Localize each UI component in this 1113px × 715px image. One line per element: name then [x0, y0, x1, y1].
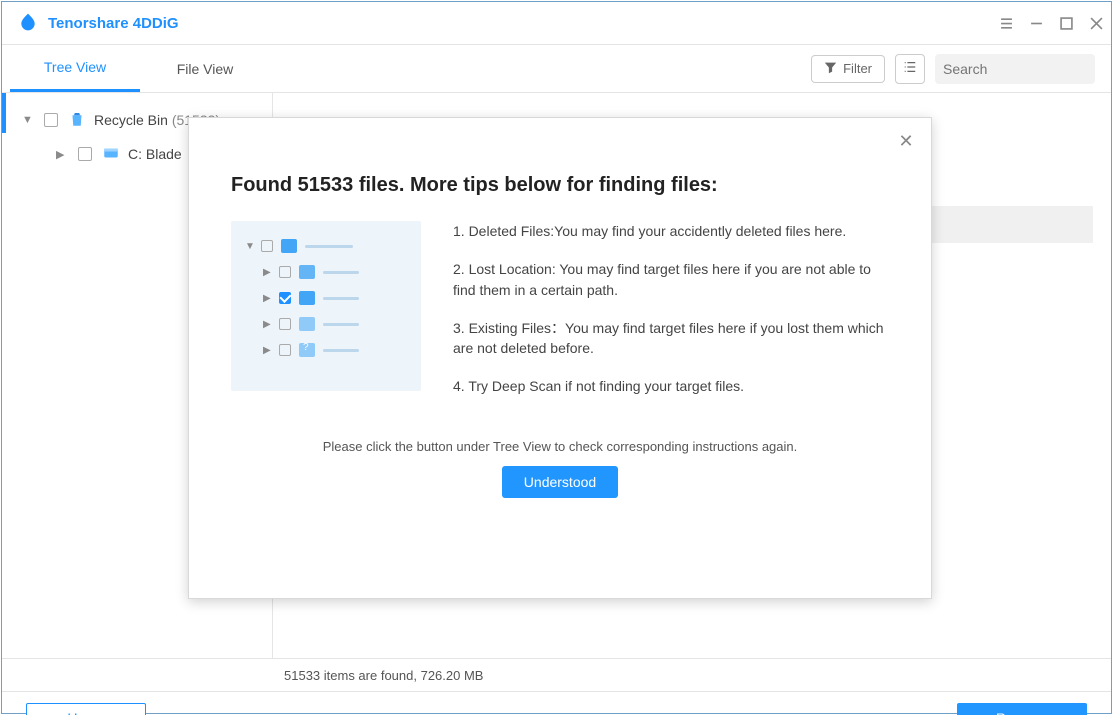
toolbar: Tree View File View Filter: [2, 45, 1111, 92]
list-view-button[interactable]: [895, 54, 925, 84]
bottom-bar: Home Recover: [2, 691, 1111, 715]
illustration-checkbox: [261, 240, 273, 252]
maximize-button[interactable]: [1051, 2, 1081, 45]
folder-icon: [299, 265, 315, 279]
chevron-right-icon: ▶: [263, 267, 271, 278]
tip-3: 3. Existing Files：You may find target fi…: [453, 318, 889, 359]
dialog-body: ▼ ▶ ▶ ▶ ▶ 1. Deleted Files:You may find …: [231, 221, 889, 397]
home-button[interactable]: Home: [26, 703, 146, 715]
tab-tree-view[interactable]: Tree View: [10, 46, 140, 92]
status-text: 51533 items are found, 726.20 MB: [284, 668, 483, 683]
line-placeholder: [305, 245, 353, 248]
tip-2: 2. Lost Location: You may find target fi…: [453, 259, 889, 300]
tree-illustration: ▼ ▶ ▶ ▶ ▶: [231, 221, 421, 391]
tree-label-drive-c: C: Blade: [128, 146, 182, 162]
drive-icon: [281, 239, 297, 253]
illustration-checkbox: [279, 266, 291, 278]
recycle-bin-icon: [68, 110, 94, 131]
menu-button[interactable]: [991, 2, 1021, 45]
chevron-down-icon: ▼: [245, 241, 253, 252]
line-placeholder: [323, 297, 359, 300]
tip-4: 4. Try Deep Scan if not finding your tar…: [453, 376, 889, 396]
tip-1: 1. Deleted Files:You may find your accid…: [453, 221, 889, 241]
dialog-title: Found 51533 files. More tips below for f…: [231, 174, 889, 197]
tips-list: 1. Deleted Files:You may find your accid…: [453, 221, 889, 397]
recover-button[interactable]: Recover: [957, 703, 1087, 715]
minimize-button[interactable]: [1021, 2, 1051, 45]
filter-label: Filter: [843, 61, 872, 76]
app-logo-icon: [18, 12, 48, 35]
tips-dialog: ✕ Found 51533 files. More tips below for…: [188, 117, 932, 599]
line-placeholder: [323, 349, 359, 352]
chevron-right-icon: ▶: [263, 345, 271, 356]
drive-icon: [102, 144, 128, 165]
line-placeholder: [323, 323, 359, 326]
chevron-right-icon: ▶: [263, 319, 271, 330]
search-field[interactable]: [935, 54, 1095, 84]
folder-icon: [299, 317, 315, 331]
view-tabs: Tree View File View: [2, 46, 270, 92]
status-bar: 51533 items are found, 726.20 MB: [2, 658, 1111, 691]
line-placeholder: [323, 271, 359, 274]
app-window: Tenorshare 4DDiG Tree View File View Fil…: [1, 1, 1112, 714]
unknown-folder-icon: [299, 343, 315, 357]
tree-label-recycle: Recycle Bin: [94, 112, 168, 128]
close-icon: ✕: [898, 131, 913, 152]
understood-button[interactable]: Understood: [502, 466, 618, 498]
dialog-hint: Please click the button under Tree View …: [231, 439, 889, 454]
checkbox-recycle[interactable]: [44, 113, 58, 127]
close-button[interactable]: [1081, 2, 1111, 45]
illustration-checkbox-checked: [279, 292, 291, 304]
chevron-down-icon[interactable]: ▼: [22, 114, 34, 126]
checkbox-drive-c[interactable]: [78, 147, 92, 161]
list-icon: [903, 60, 917, 77]
folder-icon: [299, 291, 315, 305]
illustration-checkbox: [279, 318, 291, 330]
tab-file-view[interactable]: File View: [140, 46, 270, 92]
search-input[interactable]: [943, 61, 1113, 77]
chevron-right-icon: ▶: [263, 293, 271, 304]
filter-icon: [824, 61, 837, 77]
title-controls: [991, 2, 1111, 45]
chevron-right-icon[interactable]: ▶: [56, 148, 68, 161]
titlebar: Tenorshare 4DDiG: [2, 2, 1111, 45]
filter-button[interactable]: Filter: [811, 55, 885, 83]
app-title: Tenorshare 4DDiG: [48, 15, 991, 32]
dialog-close-button[interactable]: ✕: [895, 130, 917, 152]
illustration-checkbox: [279, 344, 291, 356]
